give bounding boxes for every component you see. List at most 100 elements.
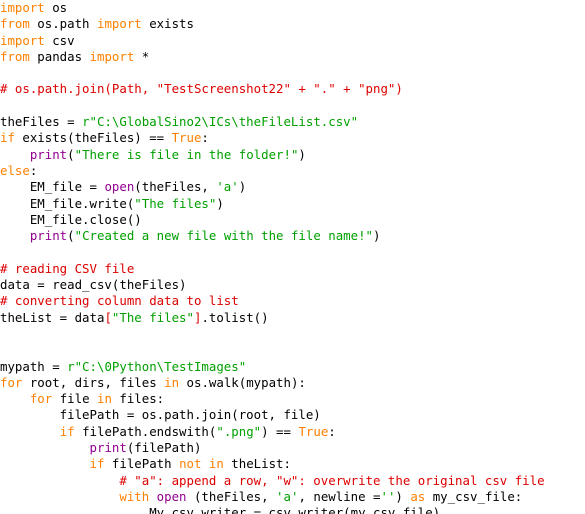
code-line[interactable] xyxy=(0,244,585,260)
code-line[interactable]: with open (theFiles, 'a', newline ='') a… xyxy=(0,489,585,505)
code-token-plain: ( xyxy=(67,146,75,162)
code-token-plain: ) xyxy=(216,195,224,211)
code-line[interactable]: data = read_csv(theFiles) xyxy=(0,277,585,293)
code-line[interactable]: from pandas import * xyxy=(0,49,585,65)
code-line[interactable]: # converting column data to list xyxy=(0,293,585,309)
code-editor[interactable]: import os from os.path import exists impor… xyxy=(0,0,585,514)
code-token-plain: EM_file = xyxy=(0,179,105,195)
code-token-plain: ) xyxy=(238,179,247,195)
code-token-plain: (theFiles, xyxy=(186,488,277,504)
code-line[interactable]: import csv xyxy=(0,33,585,49)
code-token-com: # reading CSV file xyxy=(0,260,135,276)
code-token-plain: theList: xyxy=(223,456,291,472)
code-token-plain: file xyxy=(52,391,97,407)
code-line[interactable]: for root, dirs, files in os.walk(mypath)… xyxy=(0,375,585,391)
code-token-plain: csv xyxy=(44,32,75,48)
code-token-kw: True xyxy=(171,130,202,146)
code-token-plain: filePath.endswith( xyxy=(74,423,217,439)
code-token-str: '' xyxy=(380,488,396,504)
code-line[interactable]: My_csv_writer = csv.writer(my_csv_file) xyxy=(0,505,585,514)
code-token-plain: * xyxy=(134,48,150,64)
code-token-kw: if xyxy=(89,456,105,472)
code-line[interactable]: theList = data["The files"].tolist() xyxy=(0,310,585,326)
code-token-kw: import xyxy=(0,0,45,15)
code-token-plain: (theFiles, xyxy=(134,179,217,195)
code-token-bfn: open xyxy=(156,488,187,504)
code-token-kw: with xyxy=(119,488,150,504)
code-token-plain: (filePath) xyxy=(126,440,202,456)
code-token-brk: [ xyxy=(104,309,112,325)
code-token-plain: ) == xyxy=(261,423,299,439)
code-token-str: "The files" xyxy=(111,309,194,325)
code-line[interactable]: # "a": append a row, "w": overwrite the … xyxy=(0,473,585,489)
code-token-plain: , newline = xyxy=(298,488,381,504)
code-token-plain: EM_file.write( xyxy=(0,195,135,211)
code-line[interactable]: for file in files: xyxy=(0,391,585,407)
code-token-plain: os.path xyxy=(29,16,97,32)
code-line[interactable]: print("Created a new file with the file … xyxy=(0,228,585,244)
code-token-str: ".png" xyxy=(216,423,262,439)
code-line[interactable] xyxy=(0,65,585,81)
code-line[interactable]: import os xyxy=(0,0,585,16)
code-token-kw: not xyxy=(179,456,202,472)
code-line[interactable] xyxy=(0,342,585,358)
code-token-plain: filePath xyxy=(104,456,180,472)
code-line[interactable]: from os.path import exists xyxy=(0,16,585,32)
code-token-plain: data = read_csv(theFiles) xyxy=(0,277,187,293)
code-token-plain: os.walk(mypath): xyxy=(179,374,306,390)
code-line[interactable]: if filePath not in theList: xyxy=(0,456,585,472)
code-token-plain: ) xyxy=(395,488,411,504)
code-line[interactable]: EM_file.close() xyxy=(0,212,585,228)
code-token-com: # converting column data to list xyxy=(0,293,239,309)
code-line[interactable]: filePath = os.path.join(root, file) xyxy=(0,407,585,423)
code-line[interactable]: mypath = r"C:\0Python\TestImages" xyxy=(0,359,585,375)
code-line[interactable]: EM_file = open(theFiles, 'a') xyxy=(0,179,585,195)
code-token-plain: .tolist() xyxy=(201,309,269,325)
code-token-bfn: print xyxy=(89,440,127,456)
code-token-plain: pandas xyxy=(29,48,90,64)
code-token-kw: else xyxy=(0,162,30,178)
code-line[interactable] xyxy=(0,326,585,342)
code-token-kw: in xyxy=(97,391,112,407)
code-token-plain: mypath = xyxy=(0,358,68,374)
code-token-kw: import xyxy=(89,48,135,64)
code-token-kw: for xyxy=(0,374,23,390)
code-token-kw: if xyxy=(0,130,15,146)
code-token-str: "There is file in the folder!" xyxy=(74,146,299,162)
code-token-str: 'a' xyxy=(216,179,239,195)
code-token-kw: import xyxy=(96,16,142,32)
code-token-str: "Created a new file with the file name!" xyxy=(74,228,374,244)
code-token-plain: theList = data xyxy=(0,309,105,325)
code-token-plain: : xyxy=(201,130,209,146)
code-token-str: r"C:\0Python\TestImages" xyxy=(67,358,247,374)
code-token-plain: ) xyxy=(298,146,306,162)
code-token-plain: EM_file.close() xyxy=(0,211,142,227)
code-line[interactable]: EM_file.write("The files") xyxy=(0,196,585,212)
code-token-bfn: print xyxy=(29,146,68,162)
code-line[interactable]: print(filePath) xyxy=(0,440,585,456)
code-token-plain: filePath = os.path.join(root, file) xyxy=(0,407,321,423)
code-lines-container[interactable]: import os from os.path import exists impor… xyxy=(0,0,585,514)
code-line[interactable]: # reading CSV file xyxy=(0,261,585,277)
code-line[interactable]: else: xyxy=(0,163,585,179)
code-line[interactable]: if filePath.endswith(".png") == True: xyxy=(0,424,585,440)
code-line[interactable]: print("There is file in the folder!") xyxy=(0,147,585,163)
code-token-plain: ( xyxy=(67,228,75,244)
code-line[interactable]: # os.path.join(Path, "TestScreenshot22" … xyxy=(0,81,585,97)
code-token-plain: My_csv_writer = csv.writer(my_csv_file) xyxy=(0,505,441,514)
code-token-kw: in xyxy=(164,374,180,390)
code-line[interactable] xyxy=(0,98,585,114)
code-token-com: # os.path.join(Path, "TestScreenshot22" … xyxy=(0,81,403,97)
code-token-bfn: open xyxy=(104,179,135,195)
code-token-bfn: print xyxy=(29,228,68,244)
code-token-plain: ) xyxy=(373,228,381,244)
code-line[interactable]: if exists(theFiles) == True: xyxy=(0,130,585,146)
code-token-plain: exists(theFiles) == xyxy=(14,130,172,146)
code-token-com: # "a": append a row, "w": overwrite the … xyxy=(0,472,545,488)
code-line[interactable]: theFiles = r"C:\GlobalSino2\ICs\theFileL… xyxy=(0,114,585,130)
